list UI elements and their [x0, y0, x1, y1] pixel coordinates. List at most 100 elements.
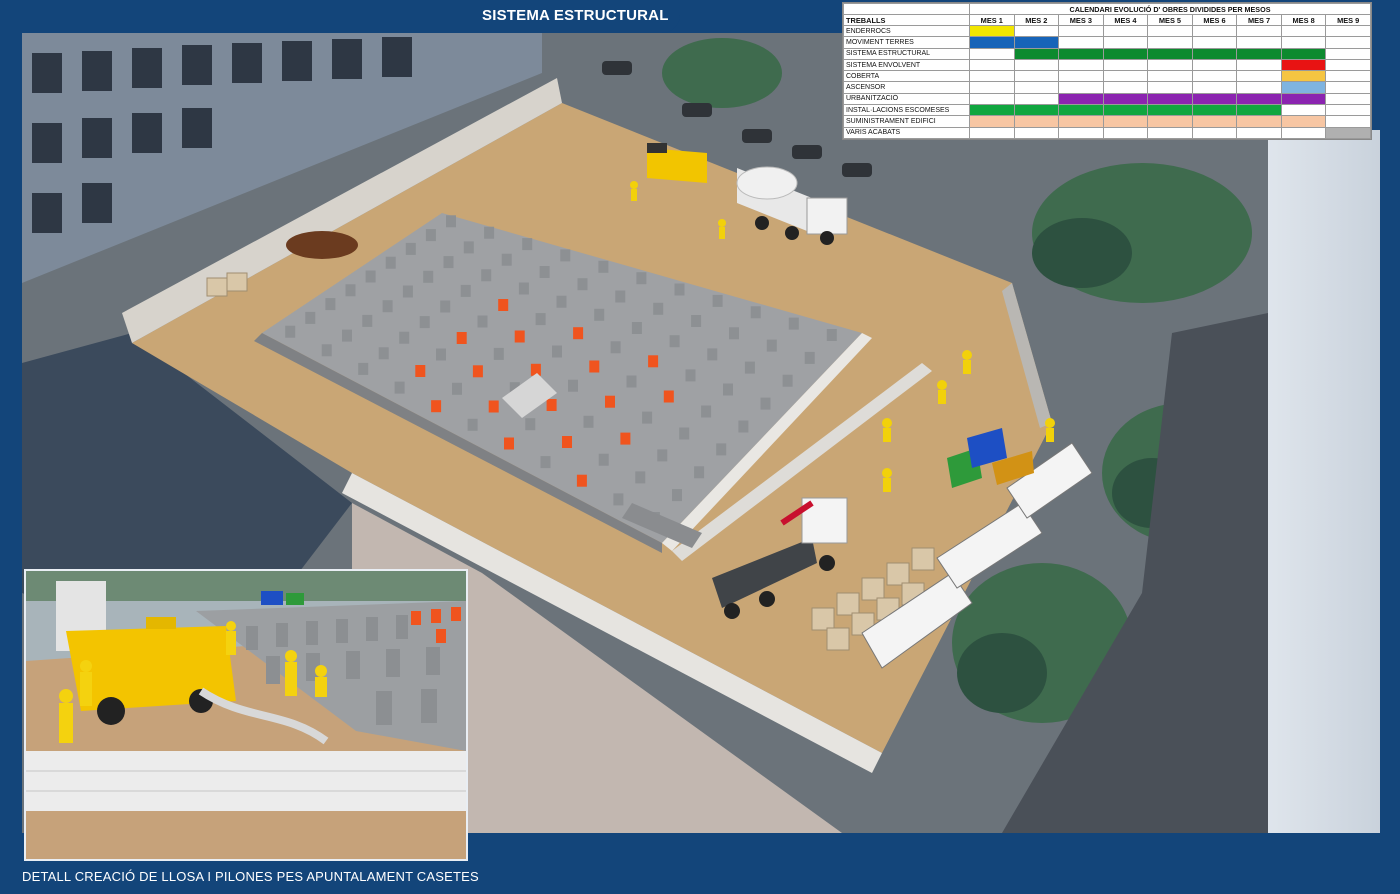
schedule-title: CALENDARI EVOLUCIÓ D' OBRES DIVIDIDES PE… — [969, 3, 1371, 15]
concrete-pilon — [568, 379, 578, 392]
schedule-cell — [969, 36, 1015, 49]
schedule-row: ENDERROCS — [843, 24, 1371, 38]
schedule-header-row: TREBALLS MES 1 MES 2 MES 3 MES 4 MES 5 MES 6M… — [843, 14, 1371, 26]
schedule-cell — [1191, 126, 1238, 140]
concrete-pilon — [493, 347, 504, 360]
schedule-cell — [1147, 47, 1193, 60]
concrete-pilon — [446, 215, 456, 228]
schedule-cell — [1325, 36, 1371, 49]
schedule-row: SISTEMA ENVOLVENT — [843, 58, 1371, 72]
orange-pilon — [605, 395, 615, 408]
schedule-task-label: SISTEMA ESTRUCTURAL — [843, 47, 970, 60]
page: SISTEMA ESTRUCTURAL CALENDARI EVOLUCIÓ D… — [0, 0, 1400, 894]
schedule-cell — [1236, 24, 1282, 38]
schedule-cell — [1280, 81, 1327, 94]
schedule-cell — [1325, 24, 1371, 38]
concrete-pilon — [539, 266, 550, 278]
schedule-cell — [1058, 126, 1104, 140]
concrete-pilon — [405, 242, 416, 255]
schedule-cell — [1280, 126, 1327, 140]
schedule-cell — [1147, 104, 1193, 117]
schedule-month-header: MES 1 — [969, 14, 1015, 26]
schedule-cell — [1236, 81, 1282, 94]
page-title: SISTEMA ESTRUCTURAL — [482, 7, 669, 24]
concrete-pilon — [782, 374, 793, 387]
concrete-pilon — [477, 315, 488, 328]
schedule-row: ASCENSOR — [843, 81, 1371, 94]
orange-pilon — [648, 355, 659, 368]
schedule-cell — [1325, 47, 1371, 60]
concrete-pilon — [342, 329, 352, 342]
inset-detail-view — [24, 569, 468, 861]
title-tab: SISTEMA ESTRUCTURAL — [0, 0, 680, 33]
concrete-pilon — [635, 471, 646, 484]
concrete-pilon — [615, 290, 626, 303]
schedule-cell — [1102, 70, 1149, 83]
orange-pilon — [472, 365, 483, 378]
concrete-pilon — [321, 344, 332, 357]
concrete-pilon — [594, 308, 605, 321]
schedule-cell — [1280, 58, 1327, 72]
schedule-month-header: MES 2 — [1013, 14, 1060, 26]
concrete-pilon — [760, 397, 771, 410]
caption: DETALL CREACIÓ DE LLOSA I PILONES PES AP… — [22, 869, 479, 884]
orange-pilon — [562, 436, 572, 448]
schedule-row: SUMINISTRAMENT EDIFICI — [843, 115, 1371, 128]
schedule-cell — [1325, 115, 1371, 128]
concrete-pilon — [452, 382, 462, 395]
concrete-pilon — [518, 282, 529, 295]
concrete-pilon — [382, 300, 393, 313]
schedule-cell — [1147, 81, 1193, 94]
concrete-pilon — [626, 375, 637, 388]
concrete-pilon — [365, 270, 376, 283]
schedule-cell — [1236, 58, 1282, 72]
schedule-cell — [1236, 36, 1282, 49]
schedule-cell — [1325, 58, 1371, 72]
schedule-cell — [1280, 24, 1327, 38]
concrete-pilon — [325, 298, 336, 311]
schedule-title-row: CALENDARI EVOLUCIÓ D' OBRES DIVIDIDES PE… — [843, 3, 1371, 15]
concrete-pilon — [826, 329, 837, 341]
schedule-cell — [1280, 47, 1327, 60]
schedule-month-header: MES 8 — [1280, 14, 1327, 26]
concrete-pilon — [440, 300, 451, 313]
schedule-cell — [1236, 70, 1282, 83]
concrete-pilon — [707, 348, 718, 361]
orange-pilon — [498, 299, 509, 311]
concrete-pilon — [467, 418, 478, 431]
schedule-month-header: MES 4 — [1102, 14, 1149, 26]
schedule-month-header: MES 7 — [1236, 14, 1282, 26]
schedule-cell — [1280, 104, 1327, 117]
orange-pilon — [415, 365, 426, 377]
concrete-pilon — [674, 283, 685, 296]
schedule-cell — [1191, 115, 1238, 128]
orange-pilon — [488, 400, 499, 413]
schedule-cell — [1191, 92, 1238, 106]
concrete-pilon — [345, 284, 356, 297]
schedule-cell — [969, 47, 1015, 60]
concrete-pilon — [583, 415, 594, 428]
schedule-cell — [1013, 92, 1060, 106]
schedule-row: URBANITZACIÓ — [843, 92, 1371, 106]
schedule-month-header: MES 6 — [1191, 14, 1238, 26]
concrete-pilon — [657, 449, 668, 462]
concrete-pilon — [535, 313, 546, 326]
schedule-cell — [1191, 24, 1238, 38]
schedule-cell — [1102, 115, 1149, 128]
schedule-month-header: MES 3 — [1058, 14, 1104, 26]
concrete-pilon — [679, 427, 690, 440]
concrete-pilon — [712, 294, 723, 307]
concrete-pilon — [613, 493, 624, 506]
concrete-pilon — [463, 241, 474, 254]
schedule-cell — [1325, 70, 1371, 83]
concrete-pilon — [804, 351, 815, 364]
schedule-cell — [1325, 81, 1371, 94]
schedule-cell — [1102, 104, 1149, 117]
concrete-pilon — [358, 362, 369, 375]
orange-pilon — [589, 360, 600, 373]
concrete-pilon — [522, 238, 533, 251]
schedule-cell — [1058, 115, 1104, 128]
orange-pilon — [573, 327, 584, 340]
concrete-pilon — [723, 383, 733, 396]
schedule-task-label: VARIS ACABATS — [843, 126, 970, 140]
